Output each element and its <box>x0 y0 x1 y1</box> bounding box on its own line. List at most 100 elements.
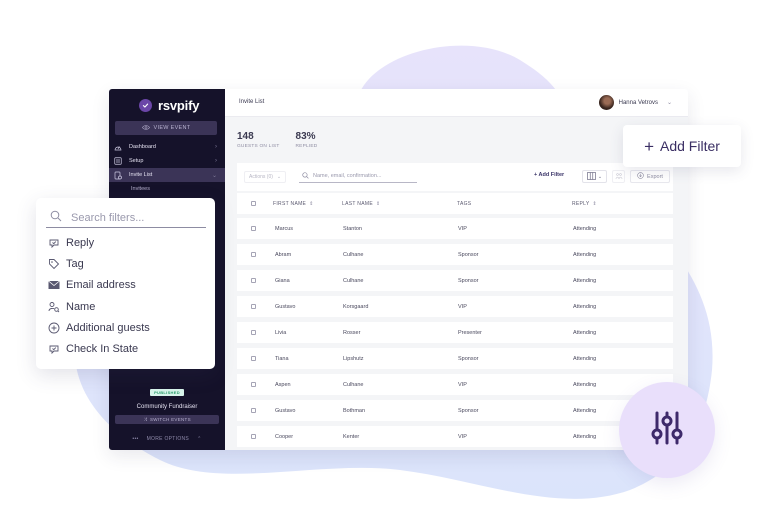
sidebar-item-dashboard[interactable]: Dashboard › <box>109 140 225 154</box>
filter-option-label: Name <box>66 300 96 313</box>
table-row[interactable]: Gustavo Korsgaard VIP Attending <box>237 296 673 317</box>
sidebar-item-setup[interactable]: Setup › <box>109 154 225 168</box>
row-checkbox[interactable] <box>251 322 256 343</box>
export-label: Export <box>647 173 663 180</box>
table-row[interactable]: Aspen Culhane VIP Attending <box>237 374 673 395</box>
table-row[interactable]: Giana Culhane Sponsor Attending <box>237 270 673 291</box>
table-row[interactable]: Tiana Lipshutz Sponsor Attending <box>237 348 673 369</box>
checkbox[interactable] <box>251 356 256 361</box>
reply-cell: Attending <box>573 303 597 310</box>
sidebar-item-label: Setup <box>129 158 144 164</box>
sliders-icon <box>650 410 684 451</box>
plus-icon: + <box>644 136 654 156</box>
checkbox[interactable] <box>251 201 256 206</box>
select-all-checkbox[interactable] <box>251 193 256 214</box>
chevron-down-icon: ⌄ <box>276 174 282 180</box>
more-options-label: MORE OPTIONS <box>146 436 190 442</box>
reply-cell: Attending <box>573 407 597 414</box>
reply-cell: Attending <box>573 329 597 336</box>
filter-option-reply[interactable]: Reply <box>48 232 150 253</box>
reply-cell: Attending <box>573 251 597 258</box>
check-logo-icon <box>139 99 152 112</box>
filter-option-name[interactable]: Name <box>48 296 150 317</box>
column-header-last-name[interactable]: LAST NAME ⇕ <box>342 193 380 214</box>
checkbox[interactable] <box>251 434 256 439</box>
table-row[interactable]: Livia Rosser Presenter Attending <box>237 322 673 343</box>
row-checkbox[interactable] <box>251 400 256 421</box>
checkbox[interactable] <box>251 226 256 231</box>
guest-search-input[interactable]: Name, email, confirmation... <box>299 170 417 183</box>
checkbox[interactable] <box>251 408 256 413</box>
sidebar-subitem-invitees[interactable]: Invitees <box>109 182 225 196</box>
row-checkbox[interactable] <box>251 296 256 317</box>
last-name-cell: Culhane <box>343 277 364 284</box>
add-filter-button[interactable]: + Add Filter <box>534 172 564 178</box>
first-name-cell: Marcus <box>275 225 294 232</box>
tag-cell: VIP <box>458 433 467 440</box>
last-name-cell: Kenter <box>343 433 360 440</box>
last-name-cell: Culhane <box>343 251 364 258</box>
checkbox[interactable] <box>251 330 256 335</box>
checkbox[interactable] <box>251 304 256 309</box>
column-header-reply[interactable]: REPLY ⇕ <box>572 193 597 214</box>
filter-option-email[interactable]: Email address <box>48 275 150 296</box>
row-checkbox[interactable] <box>251 348 256 369</box>
tag-cell: VIP <box>458 303 467 310</box>
last-name-cell: Bothman <box>343 407 366 414</box>
columns-icon <box>587 171 596 182</box>
checkbox[interactable] <box>251 382 256 387</box>
reply-cell: Attending <box>573 381 597 388</box>
filter-search-input[interactable]: Search filters... <box>46 208 206 228</box>
filter-option-additional-guests[interactable]: Additional guests <box>48 317 150 338</box>
row-checkbox[interactable] <box>251 244 256 265</box>
export-button[interactable]: Export <box>630 170 670 183</box>
table-row[interactable]: Cooper Kenter VIP Attending <box>237 426 673 447</box>
search-icon <box>50 210 62 225</box>
table-header: FIRST NAME ⇕ LAST NAME ⇕ TAGS REPLY ⇕ <box>237 193 673 214</box>
people-icon <box>615 172 623 182</box>
user-menu[interactable]: Hanna Vetrovs ⌄ <box>598 95 672 110</box>
tag-cell: Sponsor <box>458 251 479 258</box>
person-search-icon <box>48 301 60 313</box>
sidebar-nav: Dashboard › Setup › Invite List ⌄ Invite… <box>109 140 225 196</box>
tag-cell: Sponsor <box>458 407 479 414</box>
group-button[interactable] <box>612 170 625 183</box>
switch-events-label: SWITCH EVENTS <box>150 417 191 422</box>
sidebar-item-invite-list[interactable]: Invite List ⌄ <box>109 168 225 182</box>
brand-name: rsvpify <box>158 98 200 113</box>
reply-cell: Attending <box>573 225 597 232</box>
chevron-right-icon: › <box>215 158 217 164</box>
row-checkbox[interactable] <box>251 374 256 395</box>
sidebar-item-label: Invite List <box>129 172 153 178</box>
view-event-button[interactable]: VIEW EVENT <box>115 121 217 135</box>
filter-search-placeholder: Search filters... <box>71 211 145 224</box>
eye-icon <box>141 124 150 132</box>
last-name-cell: Rosser <box>343 329 361 336</box>
row-checkbox[interactable] <box>251 218 256 239</box>
switch-events-button[interactable]: ⤨ SWITCH EVENTS <box>115 415 219 424</box>
add-filter-callout[interactable]: + Add Filter <box>623 125 741 167</box>
table-row[interactable]: Gustavo Bothman Sponsor Attending <box>237 400 673 421</box>
row-checkbox[interactable] <box>251 426 256 447</box>
first-name-cell: Gustavo <box>275 303 296 310</box>
check-in-icon <box>48 343 60 355</box>
stat-guests: 148 GUESTS ON LIST <box>237 131 280 149</box>
filter-option-tag[interactable]: Tag <box>48 253 150 274</box>
row-checkbox[interactable] <box>251 270 256 291</box>
table-row[interactable]: Marcus Stanton VIP Attending <box>237 218 673 239</box>
filter-settings-button[interactable] <box>619 382 715 478</box>
table-row[interactable]: Abram Culhane Sponsor Attending <box>237 244 673 265</box>
table-toolbar: Actions (0) ⌄ Name, email, confirmation.… <box>237 163 673 191</box>
column-header-first-name[interactable]: FIRST NAME ⇕ <box>273 193 314 214</box>
checkbox[interactable] <box>251 252 256 257</box>
actions-dropdown[interactable]: Actions (0) ⌄ <box>244 171 287 183</box>
checkbox[interactable] <box>251 278 256 283</box>
columns-button[interactable]: ⌄ <box>582 170 607 183</box>
stats: 148 GUESTS ON LIST 83% REPLIED <box>237 131 317 149</box>
user-name: Hanna Vetrovs <box>618 99 658 106</box>
more-options-button[interactable]: ••• MORE OPTIONS ⌃ <box>109 436 225 442</box>
filter-option-check-in-state[interactable]: Check In State <box>48 338 150 359</box>
sort-icon: ⇕ <box>592 200 598 207</box>
filter-options-list: Reply Tag Email address Name Additional … <box>48 232 150 360</box>
logo[interactable]: rsvpify <box>139 98 199 113</box>
